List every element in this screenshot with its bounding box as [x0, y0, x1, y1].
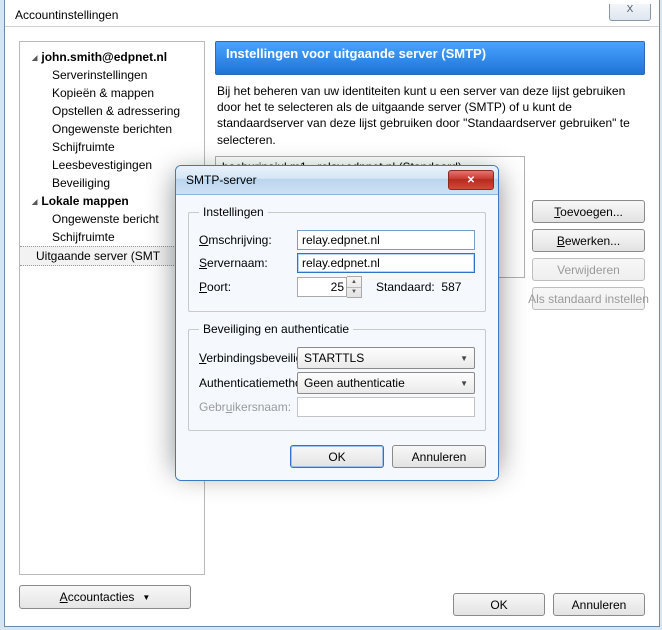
outer-footer: OK Annuleren: [453, 593, 645, 616]
username-input: [297, 397, 475, 417]
auth-method-label: Authenticatiemethode:: [199, 376, 297, 390]
security-legend: Beveiliging en authenticatie: [199, 322, 353, 336]
tree-item-junk[interactable]: Ongewenste berichten: [20, 120, 204, 138]
dialog-body: Instellingen Omschrijving: Servernaam: P…: [176, 195, 498, 480]
side-button-column: Toevoegen... Bewerken... Verwijderen Als…: [532, 200, 645, 310]
chevron-down-icon: ▼: [142, 593, 150, 602]
connection-security-select[interactable]: STARTTLS ▼: [297, 347, 475, 369]
close-icon: ✕: [467, 175, 475, 186]
port-spinner[interactable]: ▲ ▼: [347, 276, 362, 298]
outer-ok-button[interactable]: OK: [453, 593, 545, 616]
add-button[interactable]: Toevoegen...: [532, 200, 645, 223]
edit-button[interactable]: Bewerken...: [532, 229, 645, 252]
panel-description: Bij het beheren van uw identiteiten kunt…: [217, 83, 643, 148]
default-port-label: Standaard: 587: [376, 280, 461, 294]
description-input[interactable]: [297, 230, 475, 250]
servername-input[interactable]: [297, 253, 475, 273]
tree-item-disk-space[interactable]: Schijfruimte: [20, 138, 204, 156]
tree-item-composition[interactable]: Opstellen & adressering: [20, 102, 204, 120]
chevron-down-icon: ▼: [460, 379, 468, 388]
dialog-titlebar: SMTP-server ✕: [176, 166, 498, 195]
port-label: Poort:: [199, 280, 297, 294]
tree-item-server-settings[interactable]: Serverinstellingen: [20, 66, 204, 84]
port-input[interactable]: [297, 277, 347, 297]
window-title: Accountinstellingen: [15, 8, 118, 22]
tree-account-root[interactable]: john.smith@edpnet.nl: [20, 48, 204, 66]
titlebar: Accountinstellingen X: [5, 0, 659, 27]
dialog-close-button[interactable]: ✕: [448, 170, 494, 190]
dialog-ok-button[interactable]: OK: [290, 445, 384, 468]
dialog-footer: OK Annuleren: [188, 441, 486, 468]
set-default-button: Als standaard instellen: [532, 287, 645, 310]
connection-security-label: Verbindingsbeveiliging:: [199, 351, 297, 365]
smtp-server-dialog: SMTP-server ✕ Instellingen Omschrijving:…: [175, 165, 499, 481]
account-actions-button[interactable]: Accountacties ▼: [19, 585, 191, 609]
spinner-up-icon[interactable]: ▲: [347, 277, 361, 288]
settings-legend: Instellingen: [199, 205, 268, 219]
panel-header: Instellingen voor uitgaande server (SMTP…: [215, 41, 645, 75]
remove-button: Verwijderen: [532, 258, 645, 281]
auth-method-select[interactable]: Geen authenticatie ▼: [297, 372, 475, 394]
security-fieldset: Beveiliging en authenticatie Verbindings…: [188, 322, 486, 431]
tree-item-copies-folders[interactable]: Kopieën & mappen: [20, 84, 204, 102]
dialog-cancel-button[interactable]: Annuleren: [392, 445, 486, 468]
dialog-title: SMTP-server: [186, 173, 257, 187]
spinner-down-icon[interactable]: ▼: [347, 288, 361, 298]
username-label: Gebruikersnaam:: [199, 400, 297, 414]
chevron-down-icon: ▼: [460, 354, 468, 363]
description-label: Omschrijving:: [199, 233, 297, 247]
close-icon: X: [627, 4, 634, 15]
servername-label: Servernaam:: [199, 256, 297, 270]
settings-fieldset: Instellingen Omschrijving: Servernaam: P…: [188, 205, 486, 312]
window-close-button[interactable]: X: [609, 4, 651, 21]
outer-cancel-button[interactable]: Annuleren: [553, 593, 645, 616]
